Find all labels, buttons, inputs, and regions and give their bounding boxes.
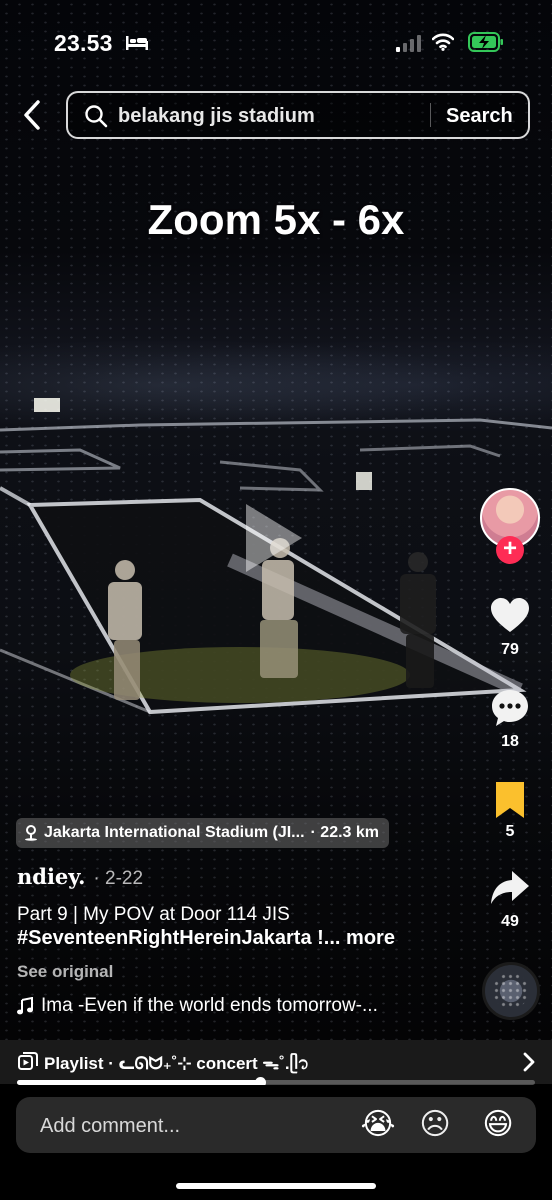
status-time: 23.53	[54, 30, 113, 56]
author-name[interactable]: ndiey.	[17, 864, 85, 889]
location-name: Jakarta International Stadium (JI...	[44, 824, 305, 841]
crying-emoji-button[interactable]: 😭	[358, 1107, 398, 1143]
location-pin-icon	[25, 825, 37, 841]
search-icon	[85, 105, 108, 128]
video-overlay-text: Zoom 5x - 6x	[147, 196, 405, 243]
comments-count: 18	[501, 733, 519, 750]
wifi-icon	[432, 33, 454, 51]
music-disc[interactable]	[482, 962, 540, 1020]
location-tag[interactable]: Jakarta International Stadium (JI... · 2…	[16, 818, 389, 848]
comment-input[interactable]: Add comment... 😭 ☹ 😄	[16, 1097, 536, 1153]
chevron-right-icon	[523, 1052, 535, 1072]
signal-icon	[396, 35, 421, 52]
status-bar: 23.53	[0, 28, 552, 62]
likes-count: 79	[501, 641, 519, 658]
music-note-icon	[17, 997, 33, 1015]
back-arrow-icon[interactable]	[18, 98, 46, 132]
share-icon[interactable]	[490, 868, 530, 908]
comment-icon[interactable]	[490, 688, 530, 728]
shares-count: 49	[501, 913, 519, 930]
caption-hashtag[interactable]: #SeventeenRightHereinJakarta !...	[17, 927, 340, 949]
music-row[interactable]: Ima -Even if the world ends tomorrow-...	[17, 995, 378, 1017]
music-title: Ima -Even if the world ends tomorrow-...	[41, 995, 378, 1016]
battery-charging-icon	[468, 32, 503, 52]
caption-line-1: Part 9 | My POV at Door 114 JIS	[17, 904, 290, 925]
search-divider	[430, 103, 431, 127]
play-icon[interactable]	[246, 504, 302, 572]
author-row: ndiey. · 2-22	[17, 864, 143, 890]
playlist-label: Playlist · ᓚᘏᗢ₊˚⊹ concert ᯓ˚.ᥫ᭡	[44, 1054, 310, 1073]
grin-emoji-button[interactable]: 😄	[478, 1107, 518, 1143]
post-date: · 2-22	[93, 868, 144, 889]
saves-count: 5	[505, 823, 515, 840]
playlist-icon	[18, 1052, 38, 1070]
bed-icon	[126, 36, 148, 50]
follow-button[interactable]: +	[496, 536, 524, 564]
playlist-bar[interactable]: Playlist · ᓚᘏᗢ₊˚⊹ concert ᯓ˚.ᥫ᭡	[0, 1040, 552, 1084]
caption-line-2: #SeventeenRightHereinJakarta !... more	[17, 927, 395, 950]
see-original-link[interactable]: See original	[17, 962, 113, 982]
heart-icon[interactable]	[490, 596, 530, 636]
home-indicator	[176, 1183, 376, 1189]
search-input[interactable]: belakang jis stadium	[118, 105, 315, 128]
more-button[interactable]: more	[346, 927, 395, 949]
search-bar[interactable]: belakang jis stadium Search	[66, 91, 530, 139]
bookmark-icon[interactable]	[490, 780, 530, 820]
comment-placeholder: Add comment...	[40, 1115, 181, 1137]
location-distance: · 22.3 km	[310, 824, 379, 841]
search-button[interactable]: Search	[446, 105, 513, 128]
frown-emoji-button[interactable]: ☹	[415, 1107, 455, 1143]
comment-area: Add comment... 😭 ☹ 😄	[0, 1085, 552, 1200]
